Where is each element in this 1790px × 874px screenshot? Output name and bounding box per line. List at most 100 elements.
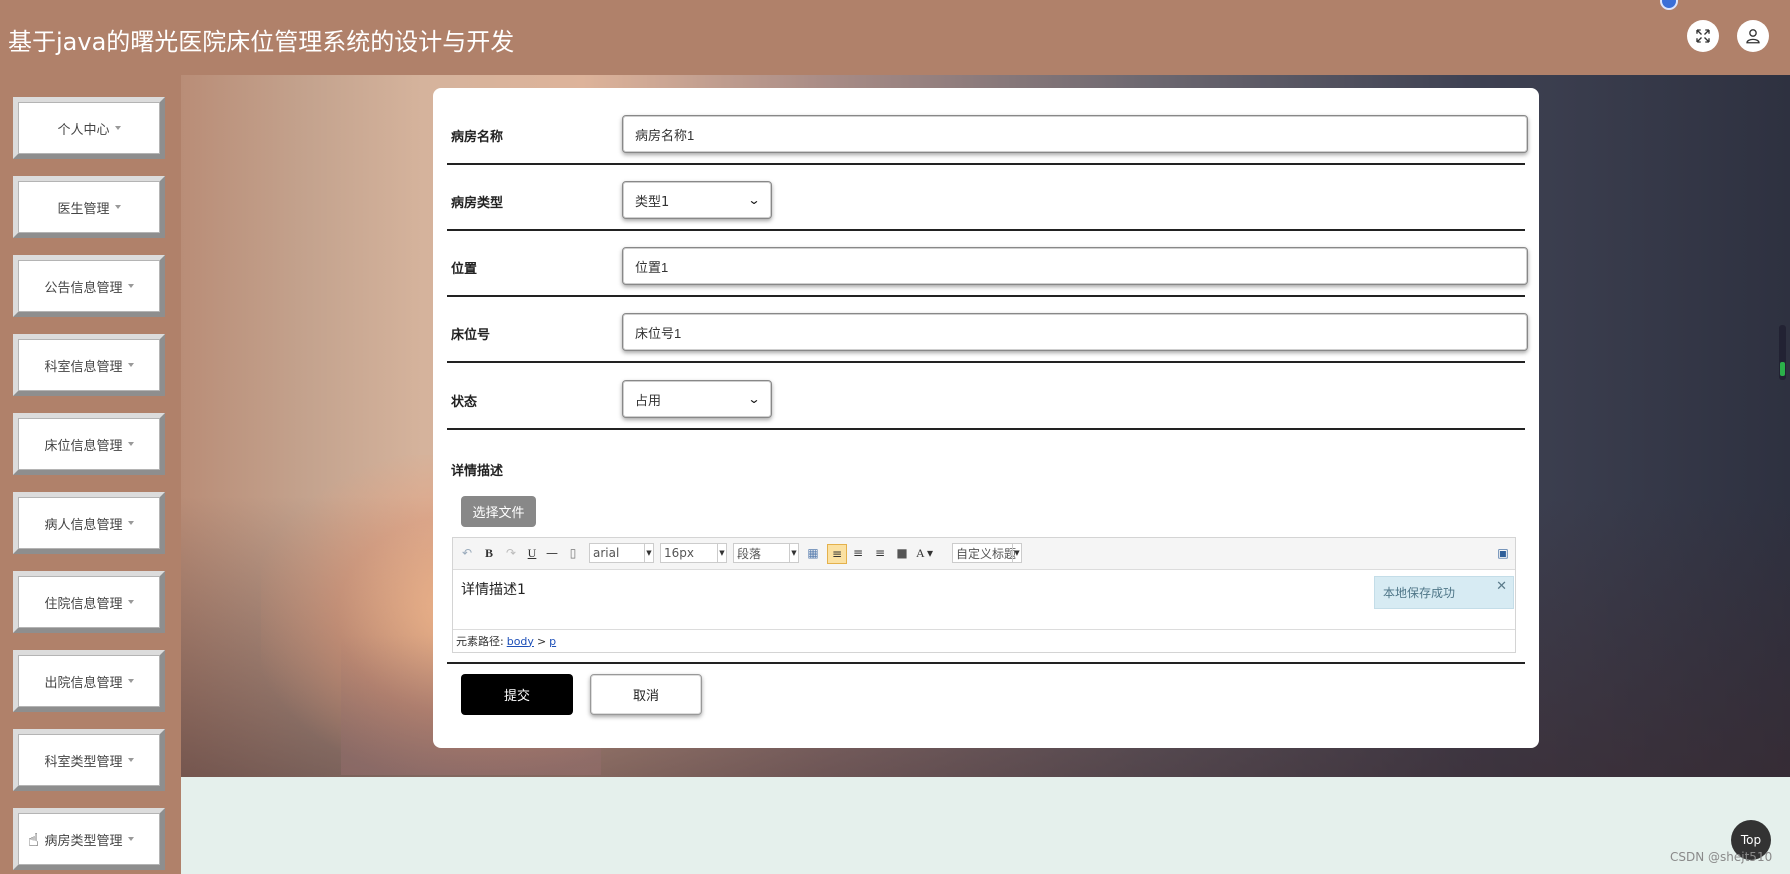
sidebar-item-discharge-info[interactable]: 出院信息管理 <box>13 650 165 712</box>
undo-icon[interactable]: ↶ <box>459 544 475 562</box>
sidebar-item-admission-info[interactable]: 住院信息管理 <box>13 571 165 633</box>
status-label: 状态 <box>451 395 478 410</box>
sidebar-item-label: 个人中心 <box>57 122 110 138</box>
align-left-icon[interactable]: ≡ <box>827 544 847 564</box>
table-icon[interactable]: ▦ <box>805 544 821 562</box>
caret-down-icon <box>127 679 134 683</box>
submit-button[interactable]: 提交 <box>461 674 573 715</box>
dropdown-arrow-icon: ▼ <box>644 544 653 562</box>
caret-down-icon <box>127 521 134 525</box>
document-icon[interactable]: ▯ <box>565 544 581 562</box>
font-color-icon[interactable]: A ▾ <box>916 544 933 562</box>
sidebar-item-label: 出院信息管理 <box>44 675 123 691</box>
caret-down-icon <box>127 284 134 288</box>
form-row-location: 位置 <box>447 231 1528 297</box>
mouse-pointer-icon: ☝ <box>28 830 39 851</box>
ward-type-select[interactable]: 类型1 ⌄ <box>622 181 772 219</box>
dropdown-arrow-icon: ▼ <box>1012 544 1021 562</box>
description-label: 详情描述 <box>451 464 504 479</box>
save-toast: 本地保存成功 ✕ <box>1374 576 1514 609</box>
path-p-link[interactable]: p <box>549 635 556 648</box>
status-select[interactable]: 占用 ⌄ <box>622 380 772 418</box>
cancel-button[interactable]: 取消 <box>590 674 702 715</box>
choose-file-button[interactable]: 选择文件 <box>461 496 536 527</box>
horizontal-rule-icon[interactable]: — <box>544 544 560 562</box>
ward-name-label: 病房名称 <box>451 130 504 145</box>
bed-number-input[interactable] <box>622 313 1528 351</box>
sidebar: 个人中心 医生管理 公告信息管理 科室信息管理 床位信息管理 病人信息管理 住院… <box>0 75 181 874</box>
element-path-label: 元素路径: <box>456 635 504 648</box>
close-icon[interactable]: ✕ <box>1496 579 1507 594</box>
bold-icon[interactable]: B <box>481 544 497 562</box>
location-input[interactable] <box>622 247 1528 285</box>
sidebar-item-label: 床位信息管理 <box>44 438 123 454</box>
sidebar-item-personal-center[interactable]: 个人中心 <box>13 97 165 159</box>
notification-dot <box>1660 0 1678 10</box>
sidebar-item-patient-info[interactable]: 病人信息管理 <box>13 492 165 554</box>
fullscreen-button[interactable] <box>1687 20 1719 52</box>
align-center-icon[interactable]: ≡ <box>872 544 888 562</box>
font-size-value: 16px <box>664 546 694 560</box>
status-value: 占用 <box>635 393 662 409</box>
sidebar-item-label: 病房类型管理 <box>44 833 123 849</box>
caret-down-icon <box>127 837 134 841</box>
watermark: CSDN @shejt510 <box>1670 850 1773 864</box>
form-divider <box>447 662 1525 664</box>
align-right-icon[interactable]: ≡ <box>850 544 866 562</box>
caret-down-icon <box>114 205 121 209</box>
user-button[interactable] <box>1737 20 1769 52</box>
caret-down-icon <box>127 600 134 604</box>
sidebar-item-label: 公告信息管理 <box>44 280 123 296</box>
chevron-down-icon: ⌄ <box>747 392 761 406</box>
form-row-status: 状态 占用 ⌄ <box>447 363 1525 430</box>
toast-message: 本地保存成功 <box>1383 586 1456 600</box>
ward-type-label: 病房类型 <box>451 196 504 211</box>
sidebar-item-department-info[interactable]: 科室信息管理 <box>13 334 165 396</box>
font-size-select[interactable]: 16px ▼ <box>660 543 727 563</box>
editor-content[interactable]: 详情描述1 <box>461 579 526 599</box>
bed-number-label: 床位号 <box>451 328 491 343</box>
page-scrollbar[interactable] <box>1779 325 1786 380</box>
sidebar-item-label: 病人信息管理 <box>44 517 123 533</box>
sidebar-item-notice-management[interactable]: 公告信息管理 <box>13 255 165 317</box>
ward-form-card: 病房名称 病房类型 类型1 ⌄ 位置 床位号 状态 占用 ⌄ 详情描述 选择文件… <box>433 88 1539 748</box>
ward-name-input[interactable] <box>622 115 1528 153</box>
location-label: 位置 <box>451 262 478 277</box>
user-icon <box>1746 29 1760 44</box>
underline-icon[interactable]: U <box>524 544 540 562</box>
sidebar-item-doctor-management[interactable]: 医生管理 <box>13 176 165 238</box>
redo-icon[interactable]: ↷ <box>503 544 519 562</box>
sidebar-item-department-type[interactable]: 科室类型管理 <box>13 729 165 791</box>
path-body-link[interactable]: body <box>507 635 534 648</box>
caret-down-icon <box>127 758 134 762</box>
caret-down-icon <box>127 442 134 446</box>
sidebar-item-label: 医生管理 <box>57 201 110 217</box>
font-family-select[interactable]: arial ▼ <box>589 543 654 563</box>
app-title: 基于java的曙光医院床位管理系统的设计与开发 <box>8 28 515 56</box>
sidebar-item-label: 住院信息管理 <box>44 596 123 612</box>
preview-icon[interactable]: ▣ <box>1495 544 1511 562</box>
custom-heading-value: 自定义标题 <box>956 546 1017 561</box>
paragraph-select[interactable]: 段落 ▼ <box>733 543 799 563</box>
dropdown-arrow-icon: ▼ <box>789 544 798 562</box>
paragraph-value: 段落 <box>737 546 762 561</box>
font-family-value: arial <box>593 546 620 560</box>
editor-toolbar: ↶ B ↷ U — ▯ arial ▼ 16px ▼ 段落 ▼ ▦ ≡ ≡ ≡ … <box>453 538 1515 570</box>
top-header: 基于java的曙光医院床位管理系统的设计与开发 <box>0 0 1790 75</box>
form-row-ward-name: 病房名称 <box>447 88 1528 165</box>
path-separator: > <box>536 634 547 648</box>
caret-down-icon <box>114 126 121 130</box>
sidebar-item-label: 科室信息管理 <box>44 359 123 375</box>
chevron-down-icon: ⌄ <box>747 193 761 207</box>
element-path: 元素路径: body > p <box>453 629 1515 652</box>
form-row-bed-number: 床位号 <box>447 297 1528 363</box>
sidebar-item-bed-info[interactable]: 床位信息管理 <box>13 413 165 475</box>
dropdown-arrow-icon: ▼ <box>717 544 726 562</box>
fullscreen-icon <box>1696 29 1710 43</box>
rich-text-editor: ↶ B ↷ U — ▯ arial ▼ 16px ▼ 段落 ▼ ▦ ≡ ≡ ≡ … <box>452 537 1516 653</box>
align-justify-icon[interactable]: ■ <box>894 544 910 562</box>
custom-heading-select[interactable]: 自定义标题 ▼ <box>952 543 1022 563</box>
form-row-ward-type: 病房类型 类型1 ⌄ <box>447 165 1525 231</box>
caret-down-icon <box>127 363 134 367</box>
ward-type-value: 类型1 <box>635 194 670 210</box>
